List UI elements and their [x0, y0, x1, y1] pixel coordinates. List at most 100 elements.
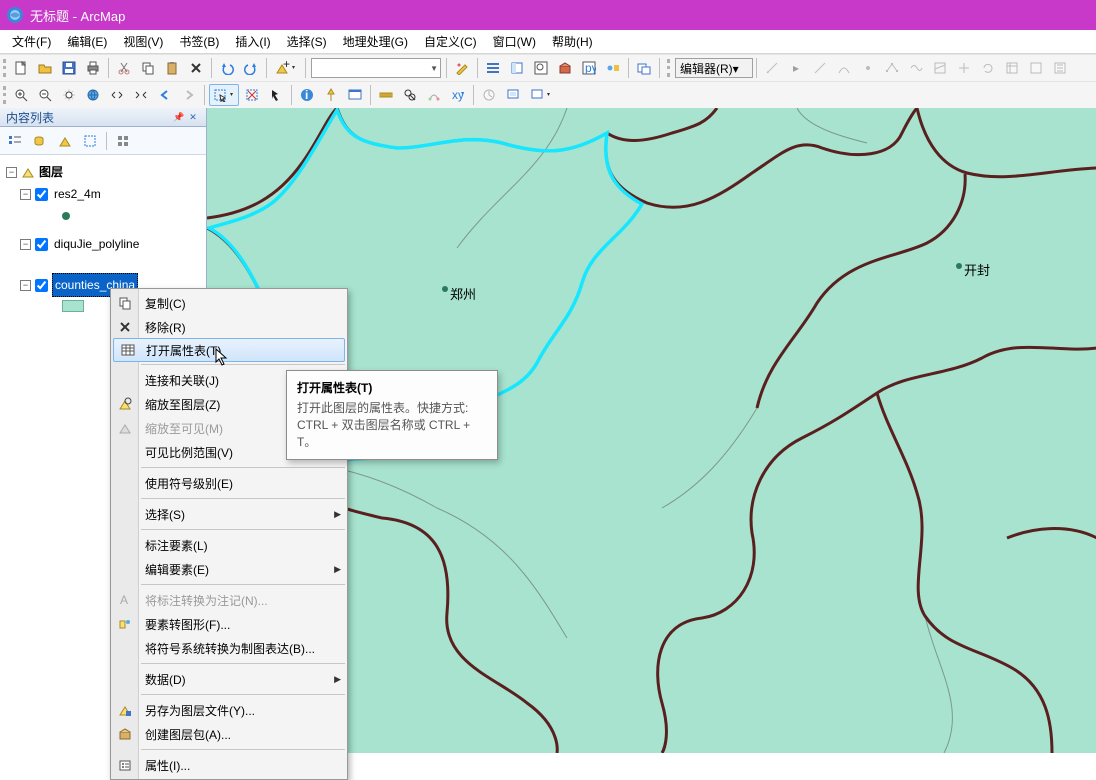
ctx-item[interactable]: 要素转图形(F)... [111, 612, 347, 636]
layer-name[interactable]: diquJie_polyline [52, 233, 141, 255]
collapse-icon[interactable]: − [20, 280, 31, 291]
fixed-zoom-out-button[interactable] [130, 84, 152, 106]
layer-row[interactable]: − diquJie_polyline [6, 233, 204, 255]
goto-xy-button[interactable]: xy [447, 84, 469, 106]
menu-view[interactable]: 视图(V) [115, 30, 171, 53]
toc-panel-header[interactable]: 内容列表 📌 ✕ [0, 108, 206, 127]
model-builder-button[interactable] [602, 57, 624, 79]
layer-row[interactable]: − res2_4m [6, 183, 204, 205]
save-button[interactable] [58, 57, 80, 79]
layer-visibility-checkbox[interactable] [35, 279, 48, 292]
ctx-item[interactable]: 使用符号级别(E) [111, 471, 347, 495]
scale-combo[interactable]: ▼ [311, 58, 441, 78]
grip-icon[interactable] [3, 59, 7, 77]
list-by-visibility-button[interactable] [54, 130, 76, 152]
ctx-item[interactable]: 移除(R) [111, 315, 347, 339]
collapse-icon[interactable]: − [20, 239, 31, 250]
editor-toolbar-button[interactable] [451, 57, 473, 79]
menu-customize[interactable]: 自定义(C) [416, 30, 485, 53]
time-slider-button[interactable] [478, 84, 500, 106]
open-button[interactable] [34, 57, 56, 79]
select-features-button[interactable] [209, 84, 239, 106]
menu-edit[interactable]: 编辑(E) [59, 30, 115, 53]
add-data-button[interactable]: + [271, 57, 301, 79]
full-extent-button[interactable] [82, 84, 104, 106]
ctx-item[interactable]: 创建图层包(A)... [111, 722, 347, 746]
copy-button[interactable] [137, 57, 159, 79]
create-features-button [1049, 57, 1071, 79]
ctx-item[interactable]: 选择(S)▶ [111, 502, 347, 526]
print-button[interactable] [82, 57, 104, 79]
list-by-drawing-order-button[interactable] [4, 130, 26, 152]
pan-button[interactable] [58, 84, 80, 106]
next-extent-button[interactable] [178, 84, 200, 106]
svg-text:A: A [120, 593, 128, 607]
table-icon [119, 341, 137, 359]
layer-visibility-checkbox[interactable] [35, 238, 48, 251]
editor-dropdown[interactable]: 编辑器(R)▾ [675, 58, 753, 78]
ctx-item[interactable]: 标注要素(L) [111, 533, 347, 557]
ctx-item[interactable]: 数据(D)▶ [111, 667, 347, 691]
menu-bar: 文件(F) 编辑(E) 视图(V) 书签(B) 插入(I) 选择(S) 地理处理… [0, 30, 1096, 54]
select-elements-button[interactable] [265, 84, 287, 106]
attributes-button [1001, 57, 1023, 79]
fixed-zoom-in-button[interactable] [106, 84, 128, 106]
menu-file[interactable]: 文件(F) [4, 30, 59, 53]
menu-select[interactable]: 选择(S) [279, 30, 335, 53]
hyperlink-button[interactable] [320, 84, 342, 106]
delete-button[interactable] [185, 57, 207, 79]
list-by-source-button[interactable] [29, 130, 51, 152]
menu-help[interactable]: 帮助(H) [544, 30, 601, 53]
zoom-in-button[interactable] [10, 84, 32, 106]
layer-name[interactable]: res2_4m [52, 183, 103, 205]
edit-arc [833, 57, 855, 79]
menu-window[interactable]: 窗口(W) [485, 30, 544, 53]
arc-toolbox-button[interactable] [554, 57, 576, 79]
cut-button[interactable] [113, 57, 135, 79]
menu-bookmark[interactable]: 书签(B) [171, 30, 227, 53]
ctx-item[interactable]: 另存为图层文件(Y)... [111, 698, 347, 722]
fill-swatch-icon [62, 300, 84, 312]
find-button[interactable] [399, 84, 421, 106]
zoom-out-button[interactable] [34, 84, 56, 106]
ctx-item[interactable]: 编辑要素(E)▶ [111, 557, 347, 581]
menu-insert[interactable]: 插入(I) [227, 30, 278, 53]
grip-icon[interactable] [667, 59, 671, 77]
tree-root[interactable]: − 图层 [6, 161, 204, 183]
grip-icon[interactable] [3, 86, 7, 104]
html-popup-button[interactable] [344, 84, 366, 106]
pin-icon[interactable]: 📌 [172, 110, 186, 124]
identify-button[interactable]: i [296, 84, 318, 106]
redo-button[interactable] [240, 57, 262, 79]
python-window-button[interactable]: py [578, 57, 600, 79]
layer-symbol[interactable] [6, 205, 204, 227]
find-route-button[interactable] [423, 84, 445, 106]
search-window-button[interactable] [530, 57, 552, 79]
viewer-dropdown[interactable] [526, 84, 556, 106]
ctx-item[interactable]: 属性(I)... [111, 753, 347, 777]
menu-geoproc[interactable]: 地理处理(G) [335, 30, 416, 53]
paste-button[interactable] [161, 57, 183, 79]
ctx-item[interactable]: 复制(C) [111, 291, 347, 315]
tooltip-body: 打开此图层的属性表。快捷方式: CTRL + 双击图层名称或 CTRL + T。 [297, 400, 487, 451]
collapse-icon[interactable]: − [20, 189, 31, 200]
separator [108, 58, 109, 78]
close-icon[interactable]: ✕ [186, 110, 200, 124]
layer-visibility-checkbox[interactable] [35, 188, 48, 201]
options-button[interactable] [112, 130, 134, 152]
new-doc-button[interactable] [10, 57, 32, 79]
rotate-tool [977, 57, 999, 79]
create-viewer-button[interactable] [502, 84, 524, 106]
undo-button[interactable] [216, 57, 238, 79]
catalog-button[interactable] [506, 57, 528, 79]
results-window-button[interactable] [633, 57, 655, 79]
list-by-selection-button[interactable] [79, 130, 101, 152]
measure-button[interactable] [375, 84, 397, 106]
ctx-item[interactable]: 将符号系统转换为制图表达(B)... [111, 636, 347, 660]
prev-extent-button[interactable] [154, 84, 176, 106]
dataframe-name: 图层 [39, 161, 63, 183]
toc-button[interactable] [482, 57, 504, 79]
clear-selection-button[interactable] [241, 84, 263, 106]
ctx-item-label: 标注要素(L) [145, 537, 208, 554]
collapse-icon[interactable]: − [6, 167, 17, 178]
